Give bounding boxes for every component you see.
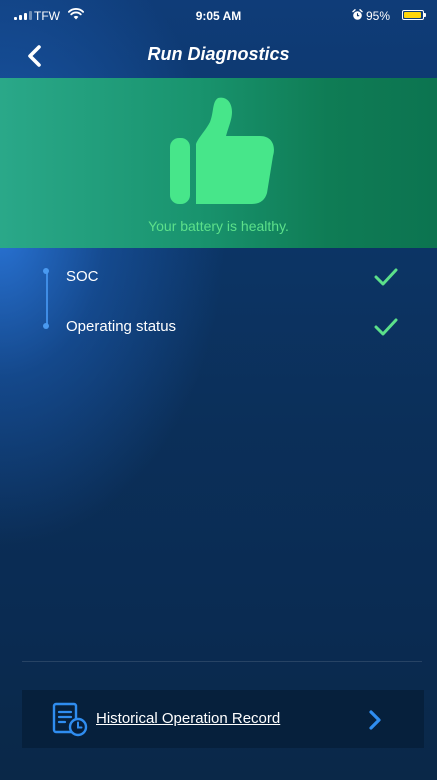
check-label: SOC xyxy=(66,268,99,285)
alarm-icon xyxy=(352,9,363,20)
chevron-right-icon xyxy=(369,710,381,730)
historical-record-button[interactable]: Historical Operation Record xyxy=(22,690,424,748)
record-history-icon xyxy=(52,702,88,737)
checkmark-icon xyxy=(374,268,398,286)
status-bar: TFW 9:05 AM 95% xyxy=(0,0,437,32)
screen: TFW 9:05 AM 95% Run Diagnostics Your bat… xyxy=(0,0,437,780)
battery-percent: 95% xyxy=(366,9,391,23)
page-title: Run Diagnostics xyxy=(147,44,290,64)
checkmark-icon xyxy=(374,318,398,336)
nav-bar: Run Diagnostics xyxy=(0,32,437,78)
historical-record-label: Historical Operation Record xyxy=(96,710,281,727)
divider xyxy=(22,661,422,662)
thumbs-up-icon xyxy=(170,97,274,204)
check-item-soc: SOC xyxy=(0,262,437,292)
battery-fill xyxy=(404,12,422,18)
battery-nub xyxy=(424,13,426,17)
battery-icon xyxy=(402,10,426,20)
health-message: Your battery is healthy. xyxy=(148,218,289,234)
check-label: Operating status xyxy=(66,318,177,335)
check-item-operating-status: Operating status xyxy=(0,312,437,342)
